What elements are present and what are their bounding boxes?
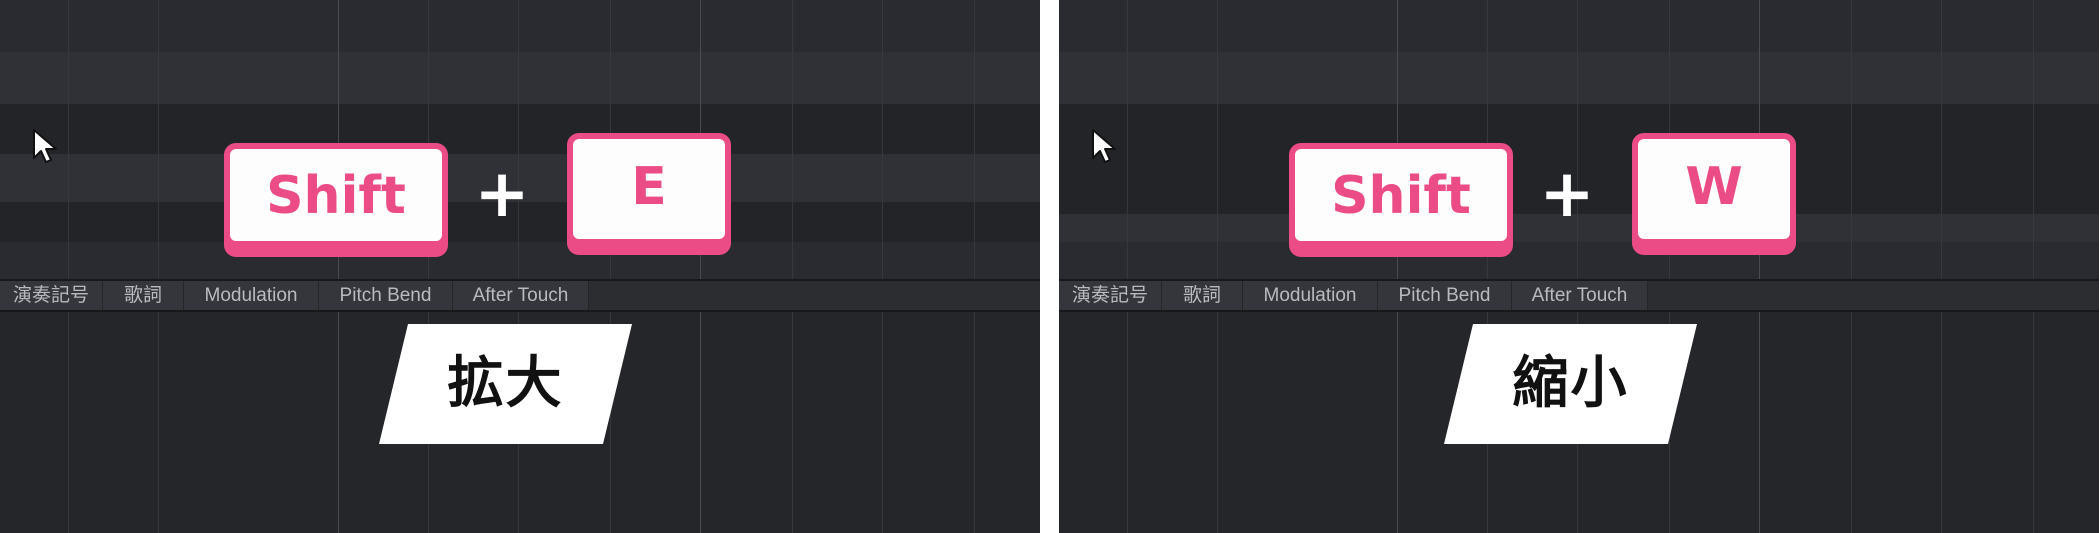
tab-pitch-bend[interactable]: Pitch Bend	[1378, 281, 1512, 310]
w-keycap: W	[1632, 133, 1796, 245]
controller-tab-strip: 演奏記号 歌詞 Modulation Pitch Bend After Touc…	[1059, 279, 2099, 312]
plus-sign: +	[1539, 155, 1595, 232]
shift-keycap: Shift	[224, 143, 448, 247]
tab-after-touch[interactable]: After Touch	[1512, 281, 1648, 310]
comparison-image: 演奏記号 歌詞 Modulation Pitch Bend After Touc…	[0, 0, 2100, 533]
mouse-pointer-icon	[1092, 129, 1116, 163]
tab-lyrics[interactable]: 歌詞	[103, 281, 184, 310]
tab-after-touch[interactable]: After Touch	[453, 281, 589, 310]
caption-text: 縮小	[1512, 351, 1629, 416]
tab-performance-marks[interactable]: 演奏記号	[0, 281, 103, 310]
mouse-pointer-icon	[33, 129, 57, 163]
plus-sign: +	[474, 155, 530, 232]
panel-divider	[1040, 0, 1059, 533]
tab-performance-marks[interactable]: 演奏記号	[1059, 281, 1162, 310]
panel-zoom-in: 演奏記号 歌詞 Modulation Pitch Bend After Touc…	[0, 0, 1040, 533]
controller-tab-strip: 演奏記号 歌詞 Modulation Pitch Bend After Touc…	[0, 279, 1040, 312]
tab-lyrics[interactable]: 歌詞	[1162, 281, 1243, 310]
tab-modulation[interactable]: Modulation	[1243, 281, 1378, 310]
shift-keycap: Shift	[1289, 143, 1513, 247]
panel-zoom-out: 演奏記号 歌詞 Modulation Pitch Bend After Touc…	[1059, 0, 2099, 533]
caption-zoom-in: 拡大	[379, 324, 632, 444]
caption-text: 拡大	[447, 351, 564, 416]
e-keycap: E	[567, 133, 731, 245]
tab-pitch-bend[interactable]: Pitch Bend	[319, 281, 453, 310]
caption-zoom-out: 縮小	[1444, 324, 1697, 444]
tab-modulation[interactable]: Modulation	[184, 281, 319, 310]
